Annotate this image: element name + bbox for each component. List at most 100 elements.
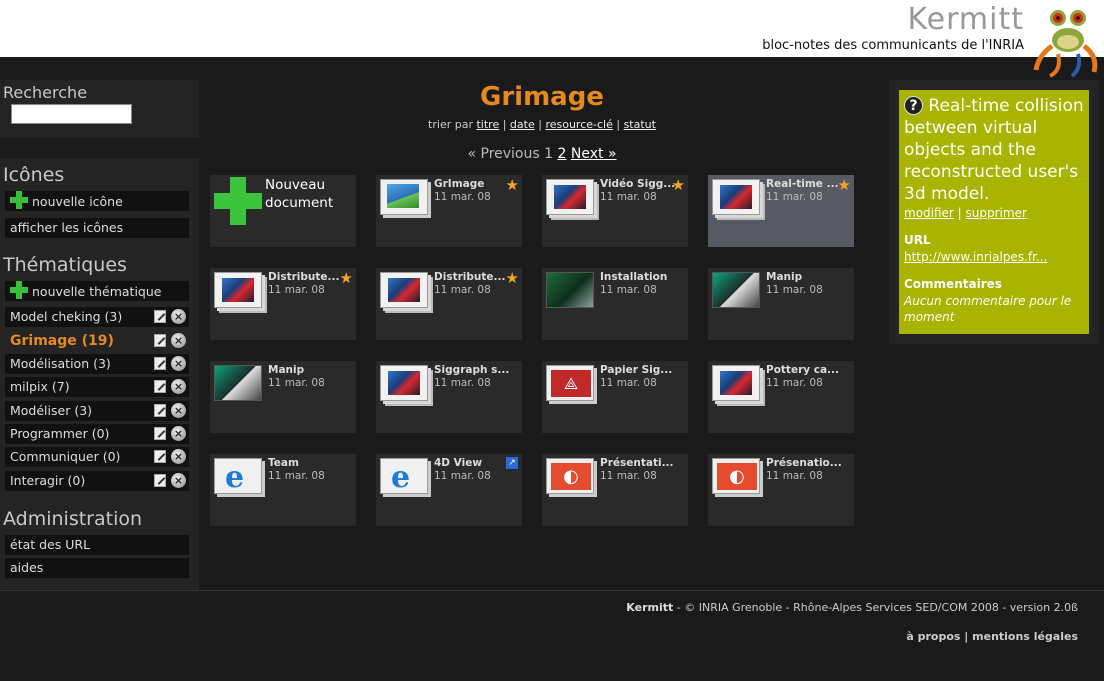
frog-logo-icon[interactable]: [1032, 0, 1102, 78]
document-date: 11 mar. 08: [268, 284, 325, 296]
delete-icon[interactable]: ×: [171, 333, 186, 348]
delete-icon[interactable]: ×: [171, 356, 186, 371]
document-date: 11 mar. 08: [434, 470, 491, 482]
new-document-card[interactable]: Nouveau document: [210, 175, 356, 247]
detail-panel: ? Real-time collision between virtual ob…: [899, 90, 1089, 334]
page-title: Grimage: [480, 82, 604, 112]
delete-link[interactable]: supprimer: [966, 206, 1027, 220]
delete-icon[interactable]: ×: [171, 426, 186, 441]
footer-links: à propos | mentions légales: [906, 630, 1078, 643]
sort-status-link[interactable]: statut: [624, 118, 656, 131]
document-card[interactable]: Distribute... 11 mar. 08 ★: [210, 268, 356, 340]
theme-item-active[interactable]: Grimage (19) ×: [5, 331, 189, 351]
document-thumbnail: [380, 272, 428, 308]
document-card[interactable]: Distribute... 11 mar. 08 ★: [376, 268, 522, 340]
pager-page-1: 1: [544, 146, 554, 162]
document-card[interactable]: 4D View11 mar. 08 ↗: [376, 454, 522, 526]
show-icons-link[interactable]: afficher les icônes: [5, 218, 189, 238]
comments-label: Commentaires: [904, 277, 1002, 291]
document-date: 11 mar. 08: [268, 377, 325, 389]
theme-label: Modéliser (3): [10, 403, 93, 418]
document-thumbnail: [712, 272, 760, 308]
document-title: Distribute...: [268, 271, 340, 283]
edit-icon[interactable]: [154, 310, 166, 323]
theme-label: Modélisation (3): [10, 356, 111, 371]
document-card[interactable]: Siggraph s... 11 mar. 08: [376, 361, 522, 433]
help-link[interactable]: aides: [5, 558, 189, 578]
edit-icon[interactable]: [154, 357, 166, 370]
delete-icon[interactable]: ×: [171, 379, 186, 394]
theme-label: Communiquer (0): [10, 449, 121, 464]
document-thumbnail: [214, 458, 262, 494]
star-icon: ★: [837, 176, 851, 194]
site-title[interactable]: Kermitt: [907, 2, 1024, 37]
delete-icon[interactable]: ×: [171, 309, 186, 324]
search-input[interactable]: [11, 104, 132, 124]
modify-link[interactable]: modifier: [904, 206, 954, 220]
edit-icon[interactable]: [154, 334, 166, 347]
document-card[interactable]: Pottery ca... 11 mar. 08: [708, 361, 854, 433]
edit-icon[interactable]: [154, 427, 166, 440]
edit-icon[interactable]: [154, 380, 166, 393]
new-icon-label: nouvelle icône: [32, 194, 123, 209]
star-icon: ★: [505, 176, 519, 194]
footer-credit-text: - © INRIA Grenoble - Rhône-Alpes Service…: [673, 601, 1078, 614]
pager-page-2[interactable]: 2: [558, 146, 567, 162]
help-icon[interactable]: ?: [904, 96, 923, 115]
document-thumbnail: [546, 458, 594, 494]
detail-actions: modifier | supprimer: [904, 206, 1027, 220]
theme-item[interactable]: Interagir (0) ×: [5, 471, 189, 491]
new-theme-label: nouvelle thématique: [32, 284, 162, 299]
document-date: 11 mar. 08: [600, 191, 657, 203]
theme-item[interactable]: Communiquer (0) ×: [5, 447, 189, 467]
document-date: 11 mar. 08: [766, 377, 823, 389]
theme-item[interactable]: Modélisation (3) ×: [5, 354, 189, 374]
pager-next[interactable]: Next »: [571, 146, 617, 162]
theme-item[interactable]: milpix (7) ×: [5, 377, 189, 397]
document-card[interactable]: Manip 11 mar. 08: [210, 361, 356, 433]
sort-keyresource-link[interactable]: resource-clé: [545, 118, 612, 131]
document-card[interactable]: Papier Sig...11 mar. 08: [542, 361, 688, 433]
theme-item[interactable]: Modéliser (3) ×: [5, 401, 189, 421]
about-link[interactable]: à propos: [906, 630, 960, 643]
document-card[interactable]: Installation 11 mar. 08: [542, 268, 688, 340]
document-card[interactable]: Team11 mar. 08: [210, 454, 356, 526]
edit-icon[interactable]: [154, 404, 166, 417]
delete-icon[interactable]: ×: [171, 473, 186, 488]
link-arrow-icon: ↗: [506, 457, 518, 469]
theme-item[interactable]: Programmer (0) ×: [5, 424, 189, 444]
document-thumbnail: [712, 179, 760, 215]
document-date: 11 mar. 08: [766, 470, 823, 482]
url-link[interactable]: http://www.inrialpes.fr...: [904, 250, 1084, 264]
theme-item[interactable]: Model cheking (3) ×: [5, 307, 189, 327]
edit-icon[interactable]: [154, 474, 166, 487]
new-theme-link[interactable]: nouvelle thématique: [5, 281, 189, 301]
url-status-link[interactable]: état des URL: [5, 535, 189, 555]
document-card[interactable]: Real-time ... 11 mar. 08 ★: [708, 175, 854, 247]
document-title: Distribute...: [434, 271, 506, 283]
footer: Kermitt - © INRIA Grenoble - Rhône-Alpes…: [0, 590, 1104, 681]
detail-title-block: ? Real-time collision between virtual ob…: [904, 95, 1084, 205]
sort-title-link[interactable]: titre: [476, 118, 499, 131]
search-heading: Recherche: [3, 83, 88, 102]
new-icon-link[interactable]: nouvelle icône: [5, 191, 189, 211]
document-card[interactable]: Vidéo Sigg... 11 mar. 08 ★: [542, 175, 688, 247]
document-date: 11 mar. 08: [766, 191, 823, 203]
sidebar: Recherche Icônes nouvelle icône afficher…: [0, 80, 199, 590]
star-icon: ★: [505, 269, 519, 287]
new-document-label: Nouveau document: [265, 177, 334, 211]
delete-icon[interactable]: ×: [171, 403, 186, 418]
document-card[interactable]: GrImage 11 mar. 08 ★: [376, 175, 522, 247]
comments-value: Aucun commentaire pour le moment: [904, 294, 1072, 324]
delete-icon[interactable]: ×: [171, 449, 186, 464]
document-card[interactable]: Présentati...11 mar. 08: [542, 454, 688, 526]
icons-heading: Icônes: [3, 164, 65, 186]
star-icon: ★: [339, 269, 353, 287]
document-card[interactable]: Présenatio...11 mar. 08: [708, 454, 854, 526]
document-title: Papier Sig...: [600, 364, 673, 376]
sort-date-link[interactable]: date: [510, 118, 535, 131]
theme-label: Interagir (0): [10, 473, 86, 488]
edit-icon[interactable]: [154, 450, 166, 463]
legal-link[interactable]: mentions légales: [972, 630, 1078, 643]
document-card[interactable]: Manip 11 mar. 08: [708, 268, 854, 340]
